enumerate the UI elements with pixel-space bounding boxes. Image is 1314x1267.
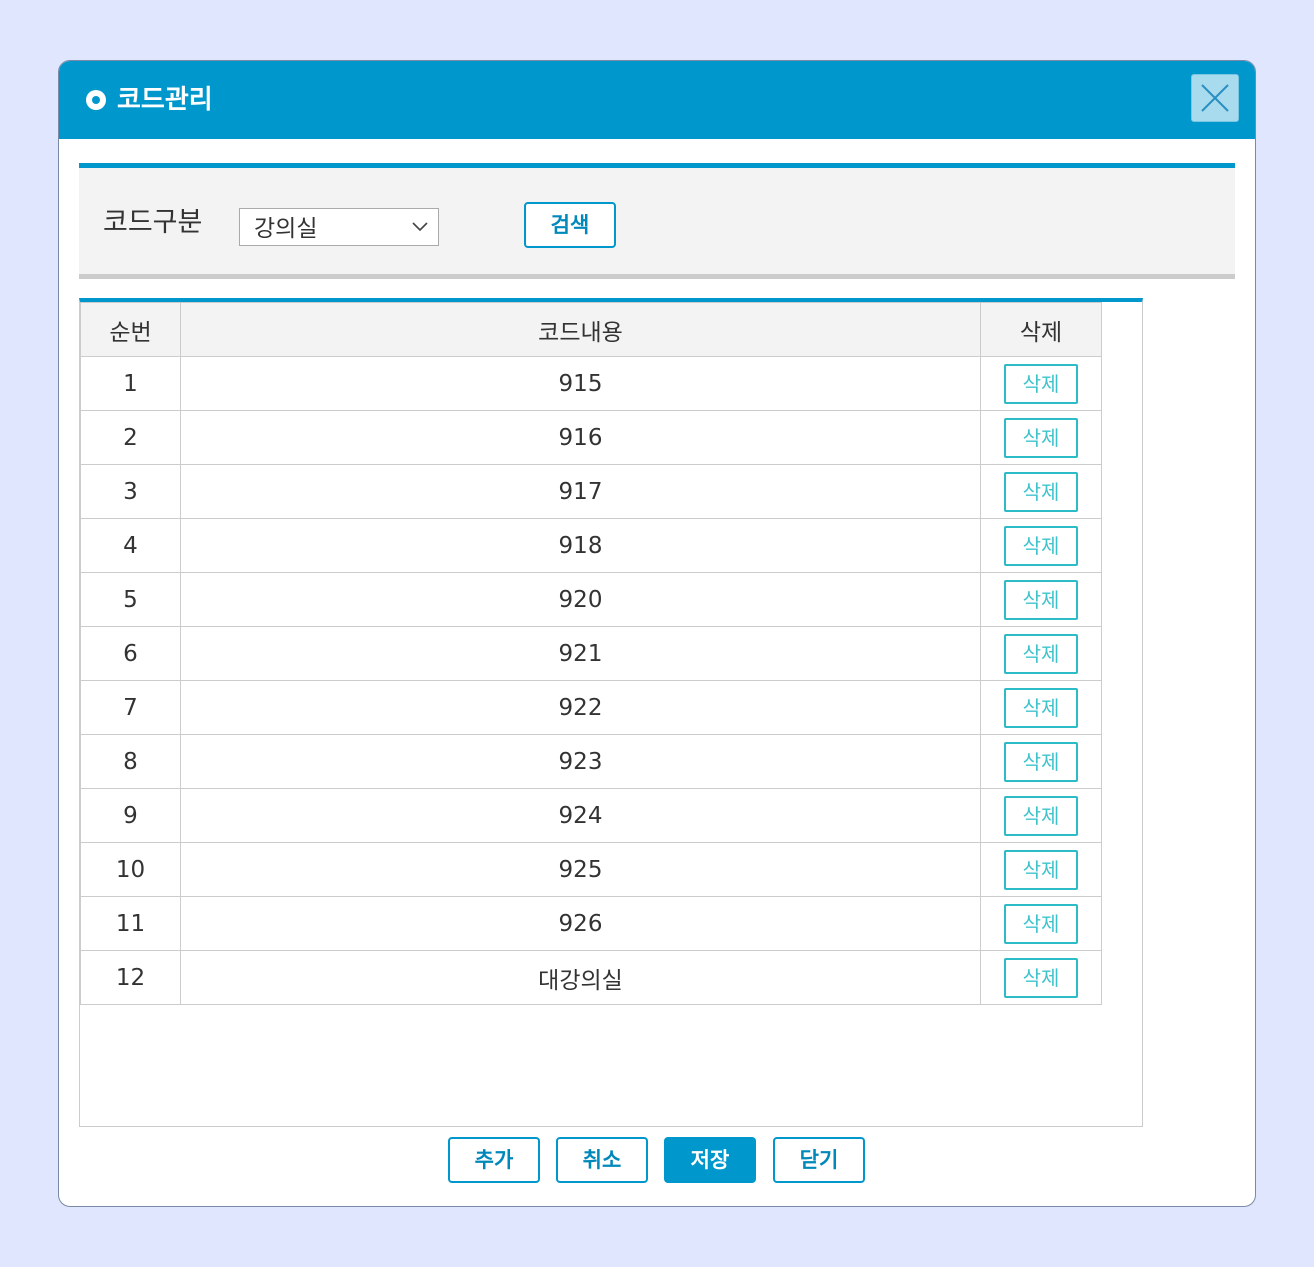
delete-button[interactable]: 삭제 — [1004, 579, 1078, 620]
code-management-dialog: 코드관리 코드구분 강의실 검색 순번 코드내용 삭제 1 915 삭제 2 9… — [58, 60, 1256, 1207]
cancel-button[interactable]: 취소 — [556, 1137, 648, 1183]
chevron-down-icon — [412, 222, 428, 232]
dialog-footer: 추가 취소 저장 닫기 — [59, 1137, 1255, 1183]
row-delete-cell: 삭제 — [980, 572, 1102, 627]
table-row: 6 921 삭제 — [80, 626, 1102, 681]
row-content: 924 — [180, 788, 981, 843]
row-delete-cell: 삭제 — [980, 896, 1102, 951]
table-row: 11 926 삭제 — [80, 896, 1102, 951]
table-row: 4 918 삭제 — [80, 518, 1102, 573]
table-row: 1 915 삭제 — [80, 356, 1102, 411]
row-content: 916 — [180, 410, 981, 465]
delete-button[interactable]: 삭제 — [1004, 471, 1078, 512]
row-content: 921 — [180, 626, 981, 681]
code-table-container: 순번 코드내용 삭제 1 915 삭제 2 916 삭제 3 917 삭제 4 … — [79, 298, 1143, 1127]
row-seq: 1 — [80, 356, 181, 411]
header-delete: 삭제 — [980, 302, 1102, 357]
row-seq: 10 — [80, 842, 181, 897]
delete-button[interactable]: 삭제 — [1004, 849, 1078, 890]
delete-button[interactable]: 삭제 — [1004, 363, 1078, 404]
row-delete-cell: 삭제 — [980, 788, 1102, 843]
row-content: 대강의실 — [180, 950, 981, 1005]
close-button[interactable] — [1191, 74, 1239, 122]
row-content: 923 — [180, 734, 981, 789]
row-seq: 4 — [80, 518, 181, 573]
delete-button[interactable]: 삭제 — [1004, 525, 1078, 566]
table-row: 2 916 삭제 — [80, 410, 1102, 465]
code-table: 순번 코드내용 삭제 1 915 삭제 2 916 삭제 3 917 삭제 4 … — [80, 302, 1102, 1005]
row-seq: 5 — [80, 572, 181, 627]
row-delete-cell: 삭제 — [980, 626, 1102, 681]
row-content: 922 — [180, 680, 981, 735]
row-seq: 9 — [80, 788, 181, 843]
row-seq: 3 — [80, 464, 181, 519]
search-button[interactable]: 검색 — [524, 202, 616, 248]
delete-button[interactable]: 삭제 — [1004, 687, 1078, 728]
row-delete-cell: 삭제 — [980, 734, 1102, 789]
row-content: 917 — [180, 464, 981, 519]
row-content: 915 — [180, 356, 981, 411]
delete-button[interactable]: 삭제 — [1004, 633, 1078, 674]
header-seq: 순번 — [80, 302, 181, 357]
row-content: 925 — [180, 842, 981, 897]
table-row: 12 대강의실 삭제 — [80, 950, 1102, 1005]
row-delete-cell: 삭제 — [980, 680, 1102, 735]
dialog-title: 코드관리 — [117, 85, 213, 115]
table-row: 10 925 삭제 — [80, 842, 1102, 897]
row-delete-cell: 삭제 — [980, 518, 1102, 573]
save-button[interactable]: 저장 — [664, 1137, 756, 1183]
code-category-select[interactable]: 강의실 — [239, 208, 439, 246]
row-seq: 11 — [80, 896, 181, 951]
delete-button[interactable]: 삭제 — [1004, 795, 1078, 836]
code-category-label: 코드구분 — [103, 207, 203, 238]
row-seq: 12 — [80, 950, 181, 1005]
title-bullet-icon — [86, 90, 106, 110]
close-dialog-button[interactable]: 닫기 — [773, 1137, 865, 1183]
delete-button[interactable]: 삭제 — [1004, 903, 1078, 944]
row-content: 918 — [180, 518, 981, 573]
table-row: 9 924 삭제 — [80, 788, 1102, 843]
table-row: 8 923 삭제 — [80, 734, 1102, 789]
row-delete-cell: 삭제 — [980, 410, 1102, 465]
dialog-titlebar: 코드관리 — [59, 61, 1255, 139]
row-delete-cell: 삭제 — [980, 464, 1102, 519]
delete-button[interactable]: 삭제 — [1004, 741, 1078, 782]
table-header-row: 순번 코드내용 삭제 — [80, 302, 1102, 357]
row-delete-cell: 삭제 — [980, 356, 1102, 411]
row-content: 920 — [180, 572, 981, 627]
delete-button[interactable]: 삭제 — [1004, 957, 1078, 998]
delete-button[interactable]: 삭제 — [1004, 417, 1078, 458]
row-delete-cell: 삭제 — [980, 842, 1102, 897]
table-row: 7 922 삭제 — [80, 680, 1102, 735]
code-category-selected-value: 강의실 — [254, 216, 318, 242]
header-content: 코드내용 — [180, 302, 981, 357]
search-panel: 코드구분 강의실 검색 — [79, 163, 1235, 279]
close-icon — [1201, 84, 1229, 112]
row-seq: 8 — [80, 734, 181, 789]
row-seq: 6 — [80, 626, 181, 681]
table-row: 3 917 삭제 — [80, 464, 1102, 519]
row-seq: 2 — [80, 410, 181, 465]
add-button[interactable]: 추가 — [448, 1137, 540, 1183]
row-delete-cell: 삭제 — [980, 950, 1102, 1005]
row-seq: 7 — [80, 680, 181, 735]
row-content: 926 — [180, 896, 981, 951]
table-row: 5 920 삭제 — [80, 572, 1102, 627]
